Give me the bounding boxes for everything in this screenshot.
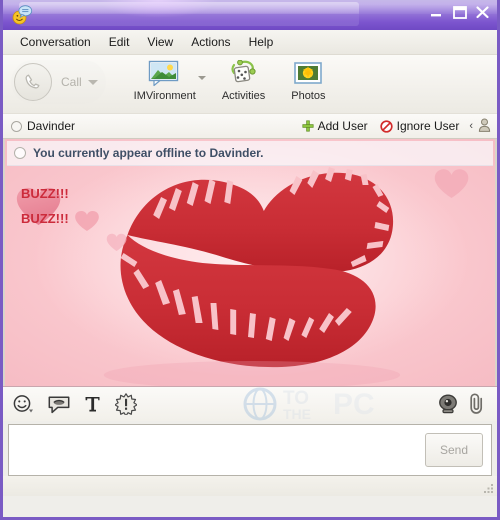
buzz-button[interactable]	[113, 391, 139, 417]
chevron-down-icon[interactable]	[87, 79, 98, 85]
buzz-star-icon	[115, 393, 137, 415]
add-user-label: Add User	[317, 119, 368, 133]
compose-area[interactable]: Send	[8, 424, 492, 476]
site-watermark: TO THE PC	[241, 387, 416, 421]
buzz-message: BUZZ!!!	[21, 211, 69, 226]
activities-label: Activities	[221, 90, 266, 102]
kiss-lips-imvironment-art	[5, 139, 495, 386]
text-format-T-icon	[85, 397, 100, 412]
plus-icon	[302, 120, 314, 132]
contact-name[interactable]: Davinder	[27, 119, 75, 133]
ignore-user-label: Ignore User	[396, 119, 460, 133]
chevron-down-icon[interactable]	[197, 76, 206, 80]
smiley-icon	[13, 394, 33, 412]
maximize-button[interactable]	[451, 4, 468, 20]
offline-notice-bar: You currently appear offline to Davinder…	[7, 141, 493, 166]
buzz-message: BUZZ!!!	[21, 186, 69, 201]
message-input[interactable]	[9, 427, 425, 473]
call-button[interactable]: Call	[11, 60, 106, 104]
menu-bar: Conversation Edit View Actions Help	[3, 30, 497, 55]
close-button[interactable]	[474, 4, 491, 20]
send-button[interactable]: Send	[425, 433, 483, 467]
menu-view[interactable]: View	[138, 33, 182, 51]
audibles-button[interactable]	[46, 392, 72, 416]
offline-status-dot	[11, 120, 22, 132]
imvironment-button[interactable]: IMVironment	[128, 57, 206, 102]
svg-text:TO: TO	[283, 388, 309, 409]
imvironment-label: IMVironment	[133, 90, 196, 102]
attach-file-button[interactable]	[467, 391, 487, 417]
ignore-icon	[379, 119, 393, 133]
resize-grip[interactable]	[482, 482, 495, 495]
call-label: Call	[61, 75, 82, 89]
collapse-chevron-icon[interactable]: ‹	[469, 120, 473, 132]
photos-icon	[293, 60, 323, 88]
main-toolbar: Call IMVironment Activities Photos	[3, 55, 497, 113]
menu-actions[interactable]: Actions	[182, 33, 239, 51]
activities-dice-icon	[229, 60, 259, 88]
title-bar[interactable]	[3, 0, 497, 30]
photos-button[interactable]: Photos	[285, 57, 331, 102]
offline-notice-text: You currently appear offline to Davinder…	[33, 146, 264, 160]
ignore-user-button[interactable]: Ignore User	[379, 119, 460, 133]
menu-edit[interactable]: Edit	[100, 33, 139, 51]
contact-person-icon[interactable]	[478, 118, 491, 135]
phone-icon	[14, 63, 52, 101]
user-bar: Davinder Add User Ignore User ‹	[3, 113, 497, 139]
window-controls	[428, 4, 491, 20]
webcam-icon	[439, 394, 457, 414]
menu-conversation[interactable]: Conversation	[11, 33, 100, 51]
yahoo-messenger-smiley-icon[interactable]	[11, 4, 33, 26]
emoticons-button[interactable]	[11, 392, 36, 417]
svg-text:PC: PC	[333, 388, 375, 421]
text-format-button[interactable]	[82, 392, 103, 416]
activities-button[interactable]: Activities	[216, 57, 271, 102]
svg-text:THE: THE	[283, 406, 311, 421]
input-toolbar: TO THE PC	[3, 386, 497, 421]
add-user-button[interactable]: Add User	[302, 119, 368, 133]
imvironment-icon	[148, 60, 182, 88]
status-bar	[3, 476, 497, 496]
paperclip-icon	[470, 393, 483, 414]
photos-label: Photos	[291, 90, 326, 102]
titlebar-glass-reflection	[98, 0, 218, 18]
messenger-window: Conversation Edit View Actions Help Call	[0, 0, 500, 520]
conversation-pane[interactable]: You currently appear offline to Davinder…	[3, 139, 497, 386]
speech-bubble-icon	[48, 396, 70, 414]
minimize-button[interactable]	[428, 4, 445, 20]
offline-status-dot	[14, 147, 26, 159]
menu-help[interactable]: Help	[240, 33, 283, 51]
webcam-button[interactable]	[435, 392, 461, 416]
